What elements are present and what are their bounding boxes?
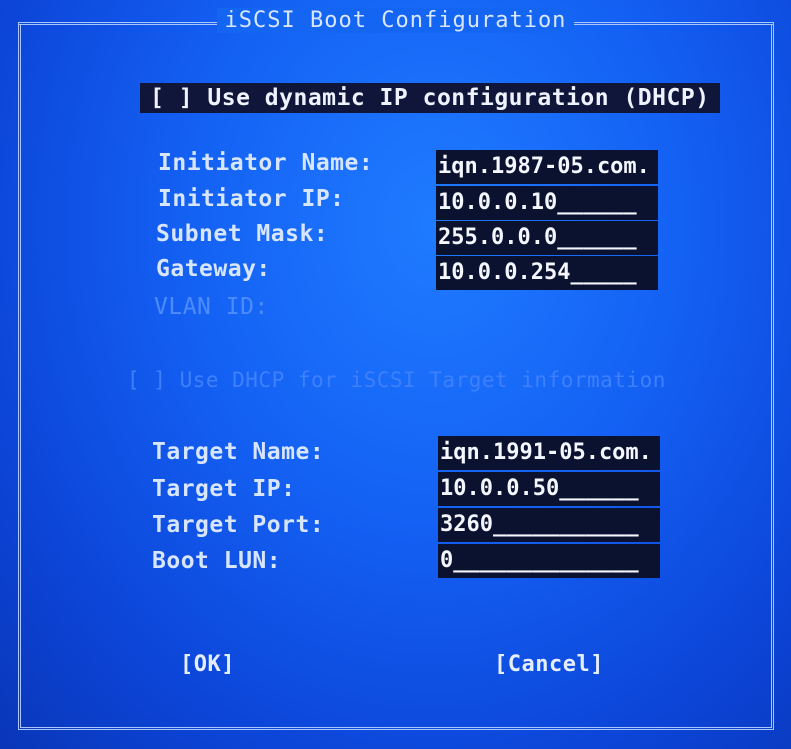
ok-button[interactable]: [OK]: [180, 652, 235, 677]
target-port-label: Target Port:: [152, 512, 325, 538]
cancel-button[interactable]: [Cancel]: [494, 652, 604, 677]
dialog-title: iSCSI Boot Configuration: [216, 8, 575, 33]
bios-screen: iSCSI Boot Configuration [ ] Use dynamic…: [0, 0, 791, 749]
subnet-mask-label: Subnet Mask:: [156, 221, 329, 247]
target-ip-label: Target IP:: [152, 476, 296, 502]
initiator-ip-label: Initiator IP:: [158, 186, 345, 212]
dhcp-checkbox[interactable]: [ ] Use dynamic IP configuration (DHCP): [140, 83, 720, 113]
target-port-field[interactable]: 3260___________: [438, 508, 660, 542]
vlan-id-label: VLAN ID:: [154, 294, 269, 320]
boot-lun-label: Boot LUN:: [152, 548, 282, 574]
subnet-mask-field[interactable]: 255.0.0.0______: [436, 221, 658, 255]
initiator-ip-field[interactable]: 10.0.0.10______: [436, 186, 658, 220]
initiator-name-label: Initiator Name:: [158, 150, 374, 176]
target-name-label: Target Name:: [152, 439, 325, 465]
target-ip-field[interactable]: 10.0.0.50______: [438, 472, 660, 506]
gateway-field[interactable]: 10.0.0.254_____: [436, 256, 658, 290]
boot-lun-field[interactable]: 0______________: [438, 544, 660, 578]
gateway-label: Gateway:: [156, 256, 271, 282]
dialog-title-bar: iSCSI Boot Configuration: [0, 8, 791, 33]
target-name-field[interactable]: iqn.1991-05.com.: [438, 436, 660, 470]
target-dhcp-checkbox[interactable]: [ ] Use DHCP for iSCSI Target informatio…: [127, 368, 666, 392]
initiator-name-field[interactable]: iqn.1987-05.com.: [436, 150, 658, 184]
